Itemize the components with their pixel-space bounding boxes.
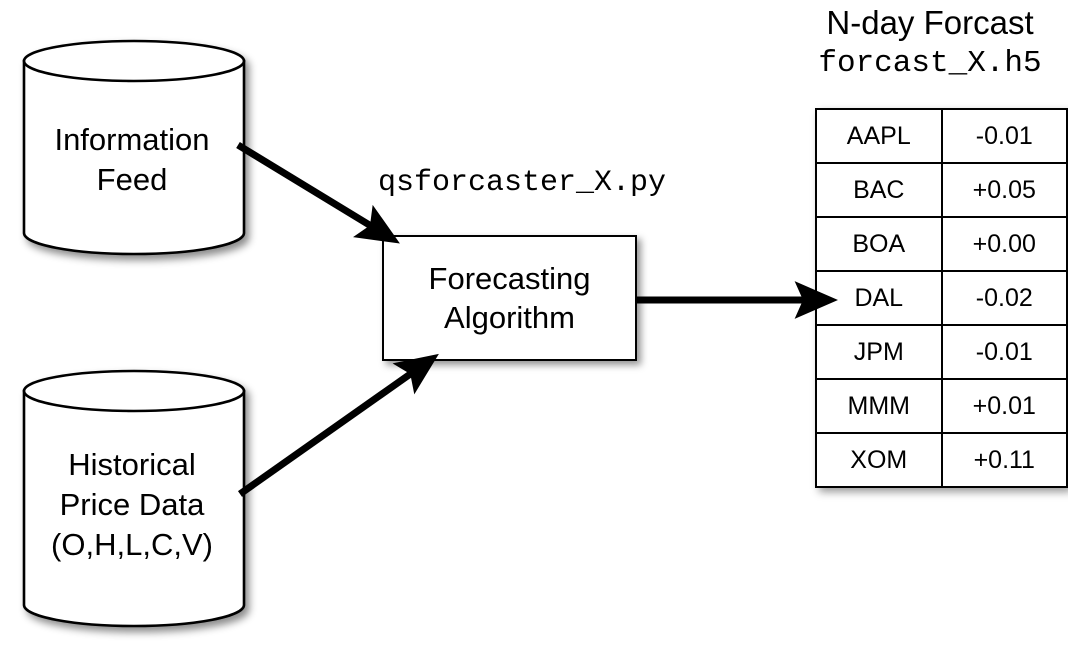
table-row[interactable]: DAL -0.02 <box>815 270 1068 326</box>
arrow-feed-to-algorithm <box>236 142 400 244</box>
script-caption-qsforcaster: qsforcaster_X.py <box>378 166 667 200</box>
output-filename: forcast_X.h5 <box>818 46 1042 81</box>
table-row[interactable]: XOM +0.11 <box>815 432 1068 488</box>
forecast-symbol: BAC <box>815 162 943 218</box>
datastore-information-feed: Information Feed <box>22 39 246 256</box>
forecast-value: +0.05 <box>940 162 1068 218</box>
forecast-symbol: JPM <box>815 324 943 380</box>
cylinder-shape-icon <box>22 369 246 628</box>
table-row[interactable]: JPM -0.01 <box>815 324 1068 380</box>
forecast-symbol: AAPL <box>815 108 943 164</box>
forecast-symbol: MMM <box>815 378 943 434</box>
forecast-value: -0.01 <box>940 108 1068 164</box>
forecast-symbol: DAL <box>815 270 943 326</box>
table-row[interactable]: BOA +0.00 <box>815 216 1068 272</box>
forecast-value: +0.11 <box>940 432 1068 488</box>
output-title: N-day Forcast <box>826 4 1034 41</box>
forecast-value: +0.01 <box>940 378 1068 434</box>
forecast-value: +0.00 <box>940 216 1068 272</box>
process-forecasting-algorithm-label: Forecasting Algorithm <box>428 261 591 335</box>
datastore-historical-price-data: Historical Price Data (O,H,L,C,V) <box>22 369 246 628</box>
table-row[interactable]: AAPL -0.01 <box>815 108 1068 164</box>
forecast-symbol: BOA <box>815 216 943 272</box>
cylinder-shape-icon <box>22 39 246 256</box>
table-row[interactable]: MMM +0.01 <box>815 378 1068 434</box>
diagram-canvas: Information Feed Historical Price Data (… <box>0 0 1068 660</box>
forecast-symbol: XOM <box>815 432 943 488</box>
forecast-value: -0.02 <box>940 270 1068 326</box>
arrow-history-to-algorithm <box>237 353 439 497</box>
forecast-table[interactable]: AAPL -0.01 BAC +0.05 BOA +0.00 DAL -0.02… <box>815 108 1068 488</box>
table-row[interactable]: BAC +0.05 <box>815 162 1068 218</box>
forecast-value: -0.01 <box>940 324 1068 380</box>
process-forecasting-algorithm[interactable]: Forecasting Algorithm <box>382 235 637 361</box>
forecast-table-body: AAPL -0.01 BAC +0.05 BOA +0.00 DAL -0.02… <box>815 108 1068 488</box>
